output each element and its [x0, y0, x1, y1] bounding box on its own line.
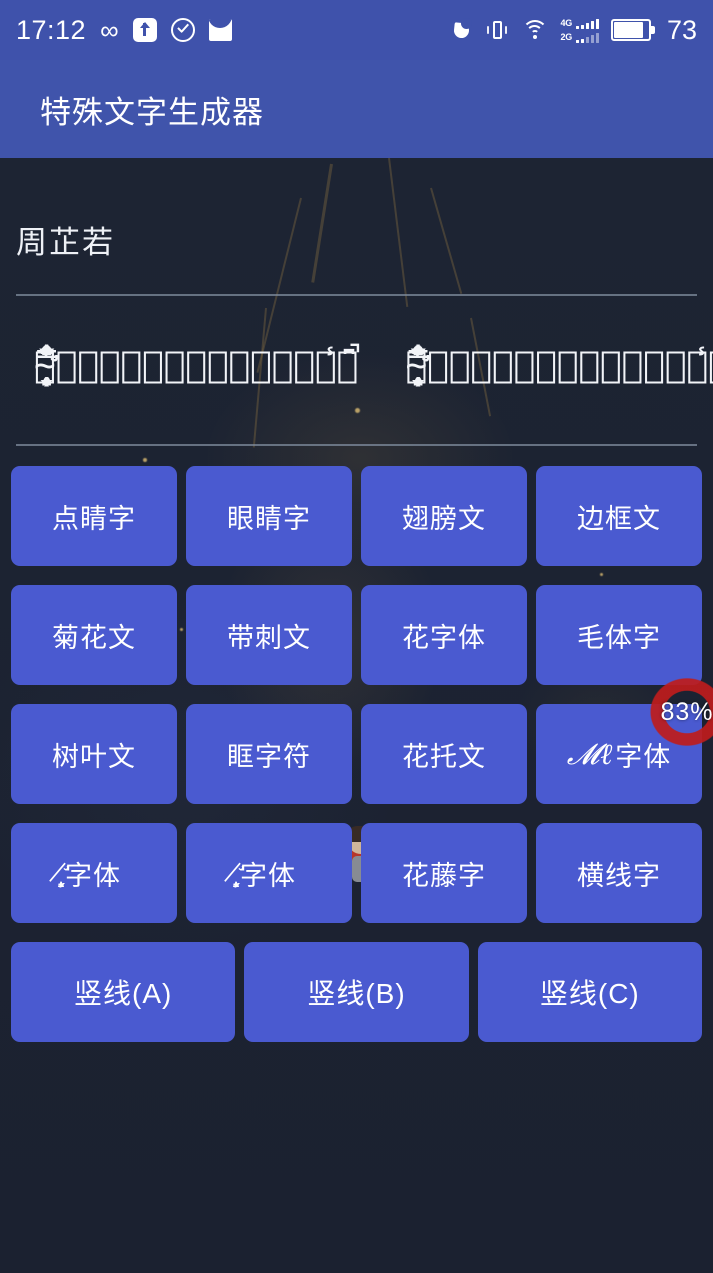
- status-clock: 17:12: [16, 15, 86, 46]
- main-content: 周̴̧̨̛̖̗̘̙̜̝̞̟̠̈́̄̅̿̑̆̐͒͗͑̇̈̊͂̓̈́̈̋̏̽̉ͣͤͥ…: [0, 158, 713, 1061]
- style-button-juhuawen[interactable]: 菊花文: [11, 585, 177, 685]
- style-button-script-ziti[interactable]: 𝓜ℓ字体 83%: [536, 704, 702, 804]
- download-progress-percent: 83%: [660, 698, 713, 727]
- style-button-zalgo-ziti-a[interactable]: ̸̛̗̘̙̜̝字体: [11, 823, 177, 923]
- style-button-label: 字体: [65, 854, 121, 893]
- status-bar-left: 17:12 ∞: [16, 15, 232, 46]
- style-button-shuxian-c[interactable]: 竖线(C): [478, 942, 702, 1042]
- vibrate-icon: [485, 18, 509, 42]
- battery-icon: [611, 19, 655, 41]
- page-title: 特殊文字生成器: [40, 87, 264, 132]
- check-circle-icon: [171, 18, 195, 42]
- style-button-yanjingzi[interactable]: 眼睛字: [186, 466, 352, 566]
- app-root: 17:12 ∞ 4G: [0, 0, 713, 1273]
- style-button-huatuowen[interactable]: 花托文: [361, 704, 527, 804]
- signal-2g-icon: 2G: [561, 32, 599, 43]
- decorated-preview-text: 周̴̧̨̛̖̗̘̙̜̝̞̟̠̈́̄̅̿̑̆̐͒͗͑̇̈̊͂̓̈́̈̋̏̽̉ͣͤͥ…: [34, 296, 713, 440]
- style-row-5: 竖线(A) 竖线(B) 竖线(C): [11, 942, 702, 1042]
- style-button-kuangzifu[interactable]: 眶字符: [186, 704, 352, 804]
- style-row-4: ̸̛̗̘̙̜̝字体 ̸̛̗̘̙̜̝字体 花藤字 横线字: [11, 823, 702, 923]
- signal-icon: 4G 2G: [561, 18, 599, 43]
- style-button-label: 字体: [240, 854, 296, 893]
- style-button-shuxian-a[interactable]: 竖线(A): [11, 942, 235, 1042]
- wifi-icon: [521, 19, 549, 41]
- style-button-zalgo-ziti-b[interactable]: ̸̛̗̘̙̜̝字体: [186, 823, 352, 923]
- style-button-huaziti[interactable]: 花字体: [361, 585, 527, 685]
- style-button-daiciwen[interactable]: 带刺文: [186, 585, 352, 685]
- style-button-biankuangwen[interactable]: 边框文: [536, 466, 702, 566]
- mail-icon: [209, 19, 232, 41]
- style-row-1: 点睛字 眼睛字 翅膀文 边框文: [11, 466, 702, 566]
- upload-icon: [133, 18, 157, 42]
- infinity-icon: ∞: [100, 17, 119, 43]
- app-bar: 特殊文字生成器: [0, 60, 713, 158]
- style-button-dianjingzi[interactable]: 点睛字: [11, 466, 177, 566]
- battery-percent-label: 73: [667, 15, 697, 46]
- style-button-maotizi[interactable]: 毛体字: [536, 585, 702, 685]
- signal-4g-icon: 4G: [561, 18, 599, 29]
- style-row-2: 菊花文 带刺文 花字体 毛体字: [11, 585, 702, 685]
- preview-divider: [16, 444, 697, 446]
- decorated-preview[interactable]: 周̴̧̨̛̖̗̘̙̜̝̞̟̠̈́̄̅̿̑̆̐͒͗͑̇̈̊͂̓̈́̈̋̏̽̉ͣͤͥ…: [0, 296, 713, 444]
- source-text-input[interactable]: [16, 218, 697, 260]
- style-button-shuxian-b[interactable]: 竖线(B): [244, 942, 468, 1042]
- style-button-hengxianzi[interactable]: 横线字: [536, 823, 702, 923]
- status-bar-right: 4G 2G 73: [451, 15, 697, 46]
- style-row-3: 树叶文 眶字符 花托文 𝓜ℓ字体 83%: [11, 704, 702, 804]
- style-button-chibangwen[interactable]: 翅膀文: [361, 466, 527, 566]
- text-input-area: [0, 158, 713, 260]
- script-prefix-glyph: 𝓜ℓ: [567, 737, 614, 772]
- status-bar: 17:12 ∞ 4G: [0, 0, 713, 60]
- style-button-grid: 点睛字 眼睛字 翅膀文 边框文 菊花文 带刺文 花字体 毛体字 树叶文 眶字符 …: [0, 446, 713, 1042]
- style-button-huatengzi[interactable]: 花藤字: [361, 823, 527, 923]
- call-muted-icon: [451, 19, 473, 41]
- style-button-shuyewen[interactable]: 树叶文: [11, 704, 177, 804]
